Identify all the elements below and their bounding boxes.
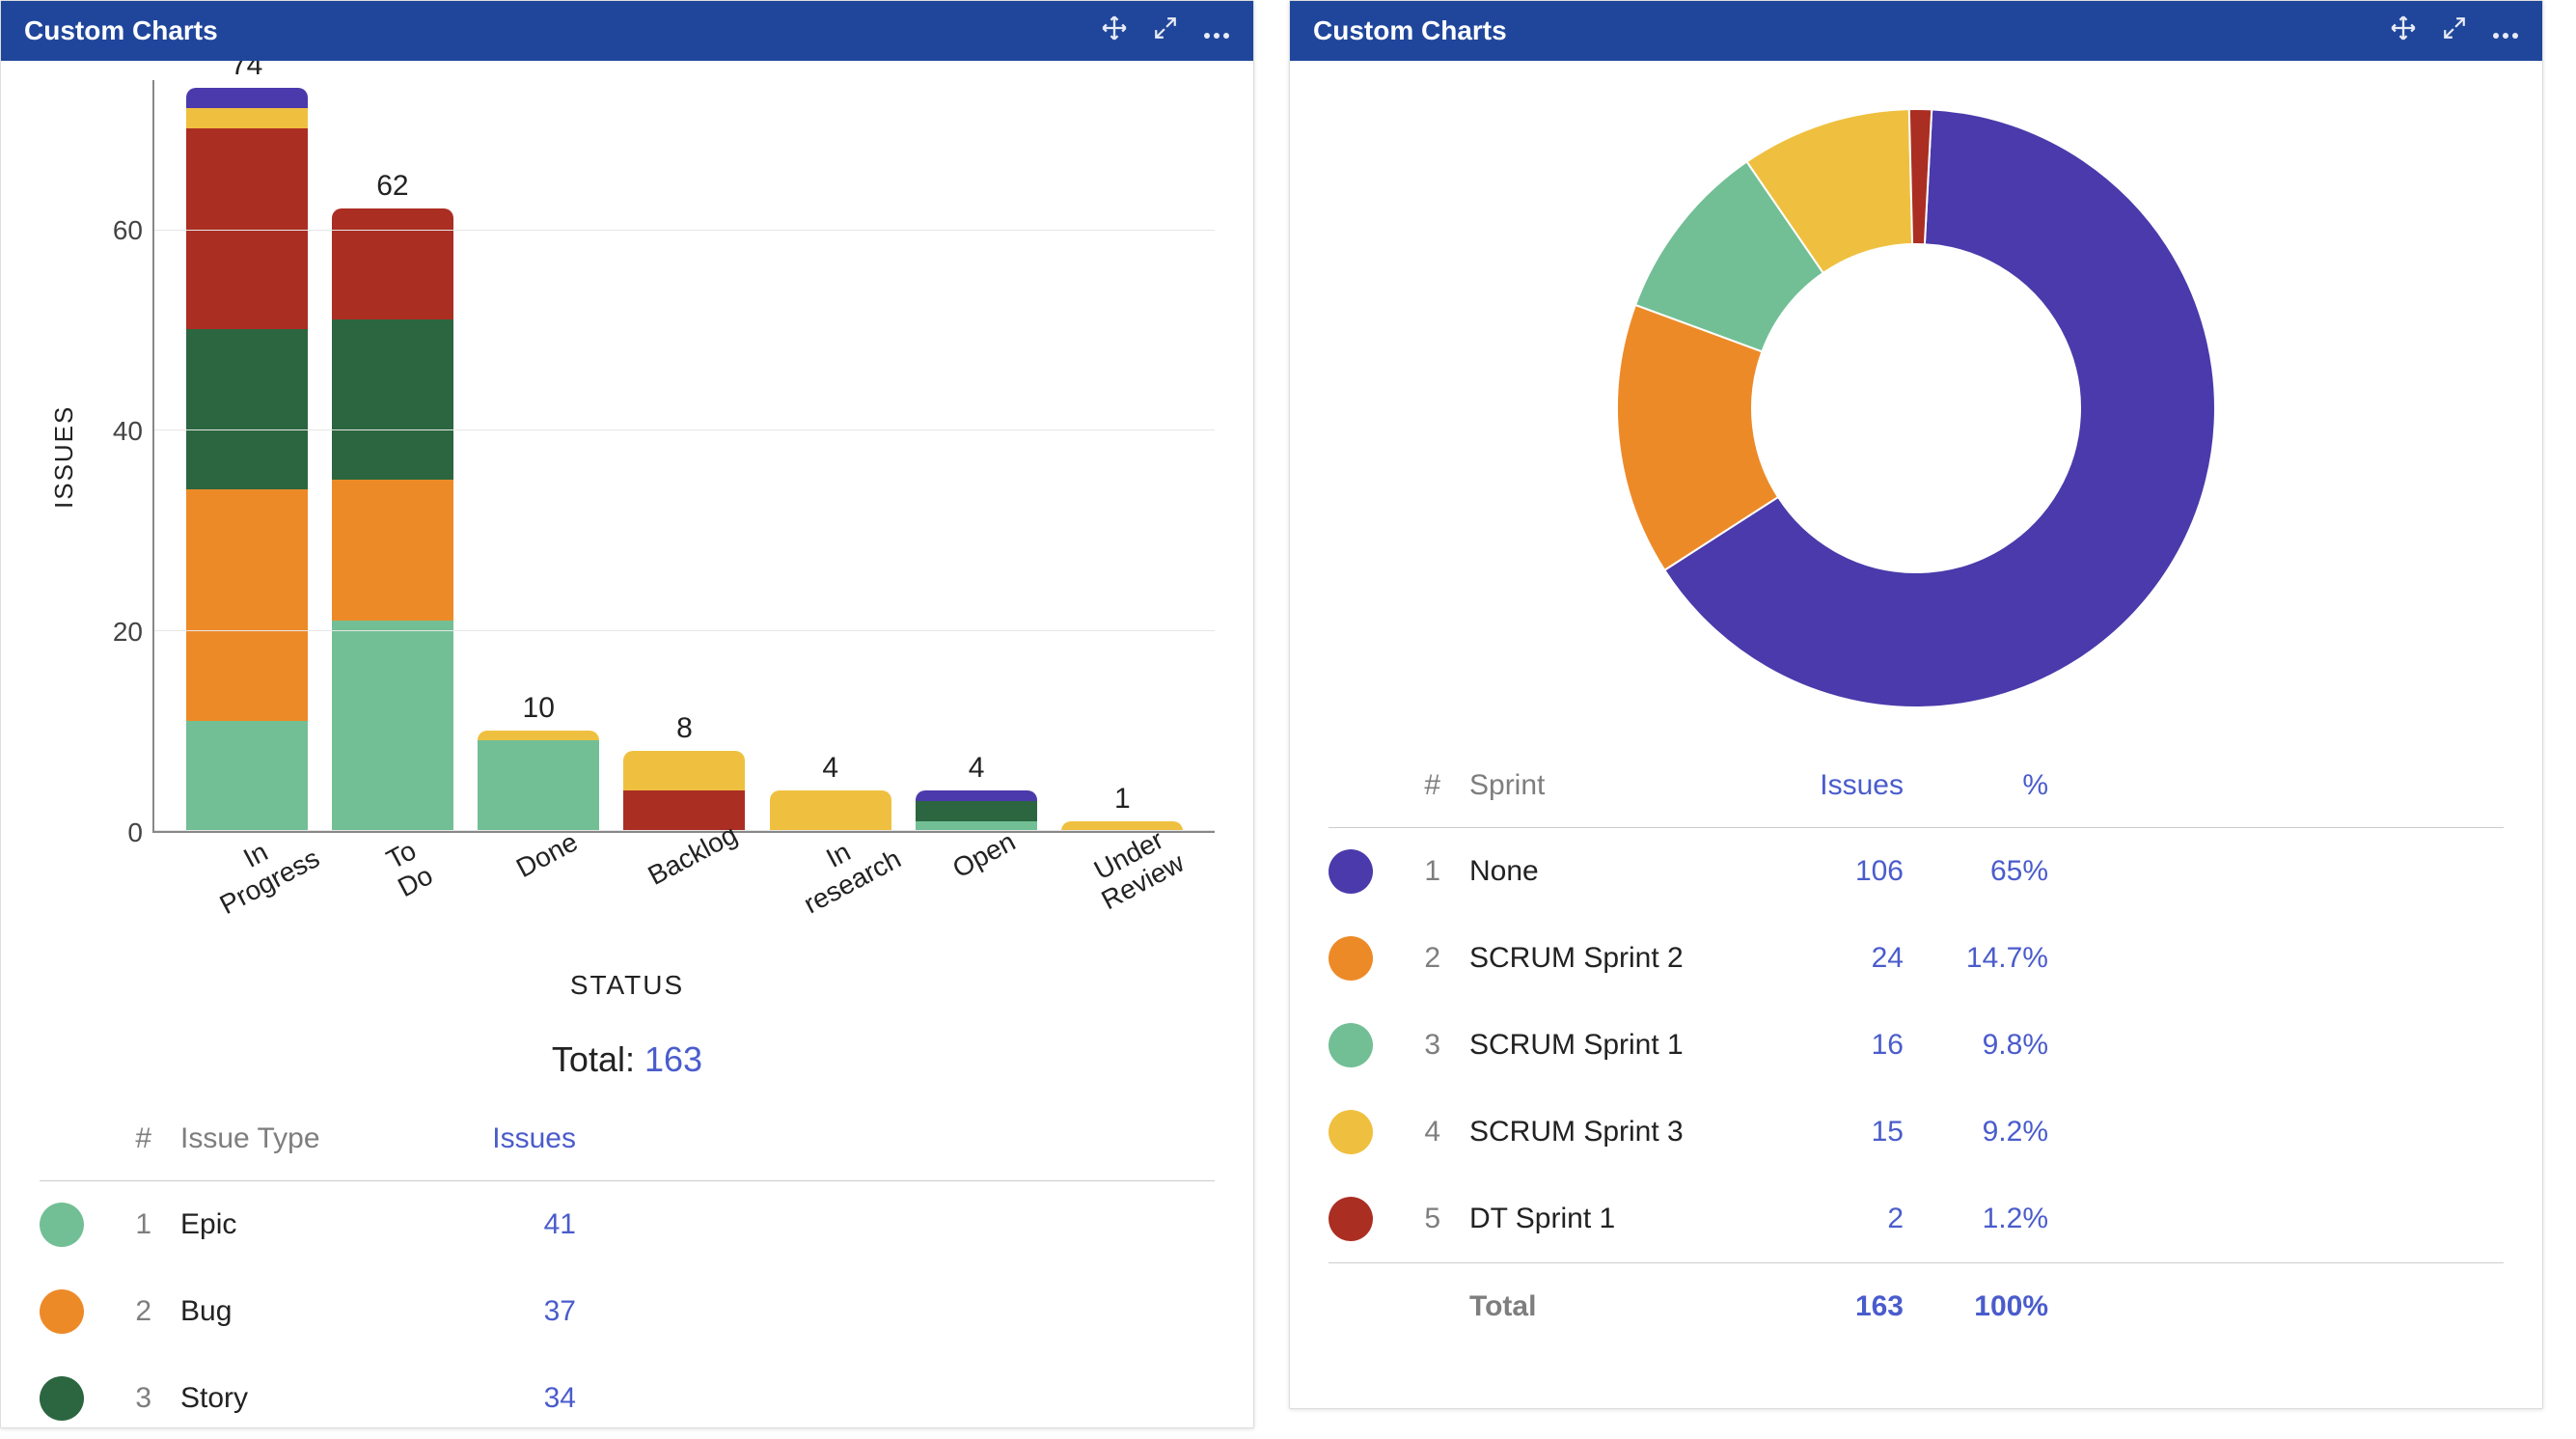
panel-header: Custom Charts [1290,1,2542,61]
bar-segment-other[interactable] [186,88,308,108]
legend-swatch [40,1289,84,1334]
x-axis-label: STATUS [40,970,1215,1001]
more-icon[interactable] [2492,15,2519,46]
panel-title: Custom Charts [24,15,218,46]
bar-backlog[interactable]: 8 [623,712,745,831]
more-icon[interactable] [1203,15,1230,46]
move-icon[interactable] [2390,14,2417,48]
panel-header: Custom Charts [1,1,1253,61]
bar-total-label: 8 [676,712,693,745]
bar-done[interactable]: 10 [478,692,599,831]
bar-total-label: 4 [822,752,838,785]
legend-row[interactable]: 3SCRUM Sprint 1169.8% [1329,1002,2504,1089]
y-tick: 60 [113,215,143,246]
legend-total-row: Total163100% [1329,1262,2504,1350]
bar-segment-epic[interactable] [478,740,599,831]
bar-total-label: 4 [969,752,985,785]
bar-total-label: 74 [231,61,262,82]
legend-swatch [1329,1023,1373,1067]
bar-segment-story[interactable] [916,801,1037,821]
bar-chart: ISSUES 0204060 7462108441 [40,80,1215,833]
legend-swatch [1329,1197,1373,1241]
bar-total-label: 1 [1114,783,1131,816]
legend-row[interactable]: 2SCRUM Sprint 22414.7% [1329,915,2504,1002]
bar-segment-bug[interactable] [186,489,308,720]
move-icon[interactable] [1101,14,1128,48]
bar-segment-other[interactable] [916,790,1037,800]
panel-title: Custom Charts [1313,15,1507,46]
legend-swatch [1329,849,1373,894]
y-tick: 40 [113,416,143,447]
legend-row[interactable]: 1Epic41 [40,1181,1215,1268]
expand-icon[interactable] [1153,15,1178,47]
panel-donut-chart: Custom Charts # S [1289,0,2543,1409]
bar-segment-subtask[interactable] [478,731,599,740]
panel-bar-chart: Custom Charts ISSUES 0 20 40 60 74 62 10 8 4 4 1 [0,0,1254,1428]
bar-segment-epic[interactable] [332,621,453,831]
bar-segment-story[interactable] [332,319,453,480]
y-axis-label: ISSUES [40,80,79,833]
legend-swatch [40,1203,84,1247]
legend-row[interactable]: 3Story34 [40,1355,1215,1427]
bar-segment-epic[interactable] [186,721,308,831]
y-tick: 0 [127,817,143,848]
legend-swatch [1329,1110,1373,1154]
legend-row[interactable]: 4SCRUM Sprint 3159.2% [1329,1089,2504,1176]
donut-legend-table: # Sprint Issues % 1None10665%2SCRUM Spri… [1329,756,2504,1350]
y-tick: 20 [113,617,143,648]
bar-total-label: 10 [523,692,555,725]
legend-row[interactable]: 2Bug37 [40,1268,1215,1355]
bar-total: Total: 163 [40,1039,1215,1080]
bar-segment-task[interactable] [332,208,453,318]
bar-legend-table: # Issue Type Issues 1Epic412Bug373Story3… [40,1109,1215,1427]
bar-to-do[interactable]: 62 [332,170,453,831]
bar-segment-subtask[interactable] [623,751,745,791]
expand-icon[interactable] [2442,15,2467,47]
legend-swatch [40,1376,84,1421]
legend-row[interactable]: 1None10665% [1329,828,2504,915]
donut-chart [1598,90,2234,727]
bar-segment-subtask[interactable] [186,108,308,128]
bar-total-label: 62 [376,170,408,203]
bar-segment-bug[interactable] [332,480,453,621]
bar-in-progress[interactable]: 74 [186,61,308,831]
legend-swatch [1329,936,1373,981]
legend-row[interactable]: 5DT Sprint 121.2% [1329,1176,2504,1262]
bar-segment-story[interactable] [186,329,308,489]
